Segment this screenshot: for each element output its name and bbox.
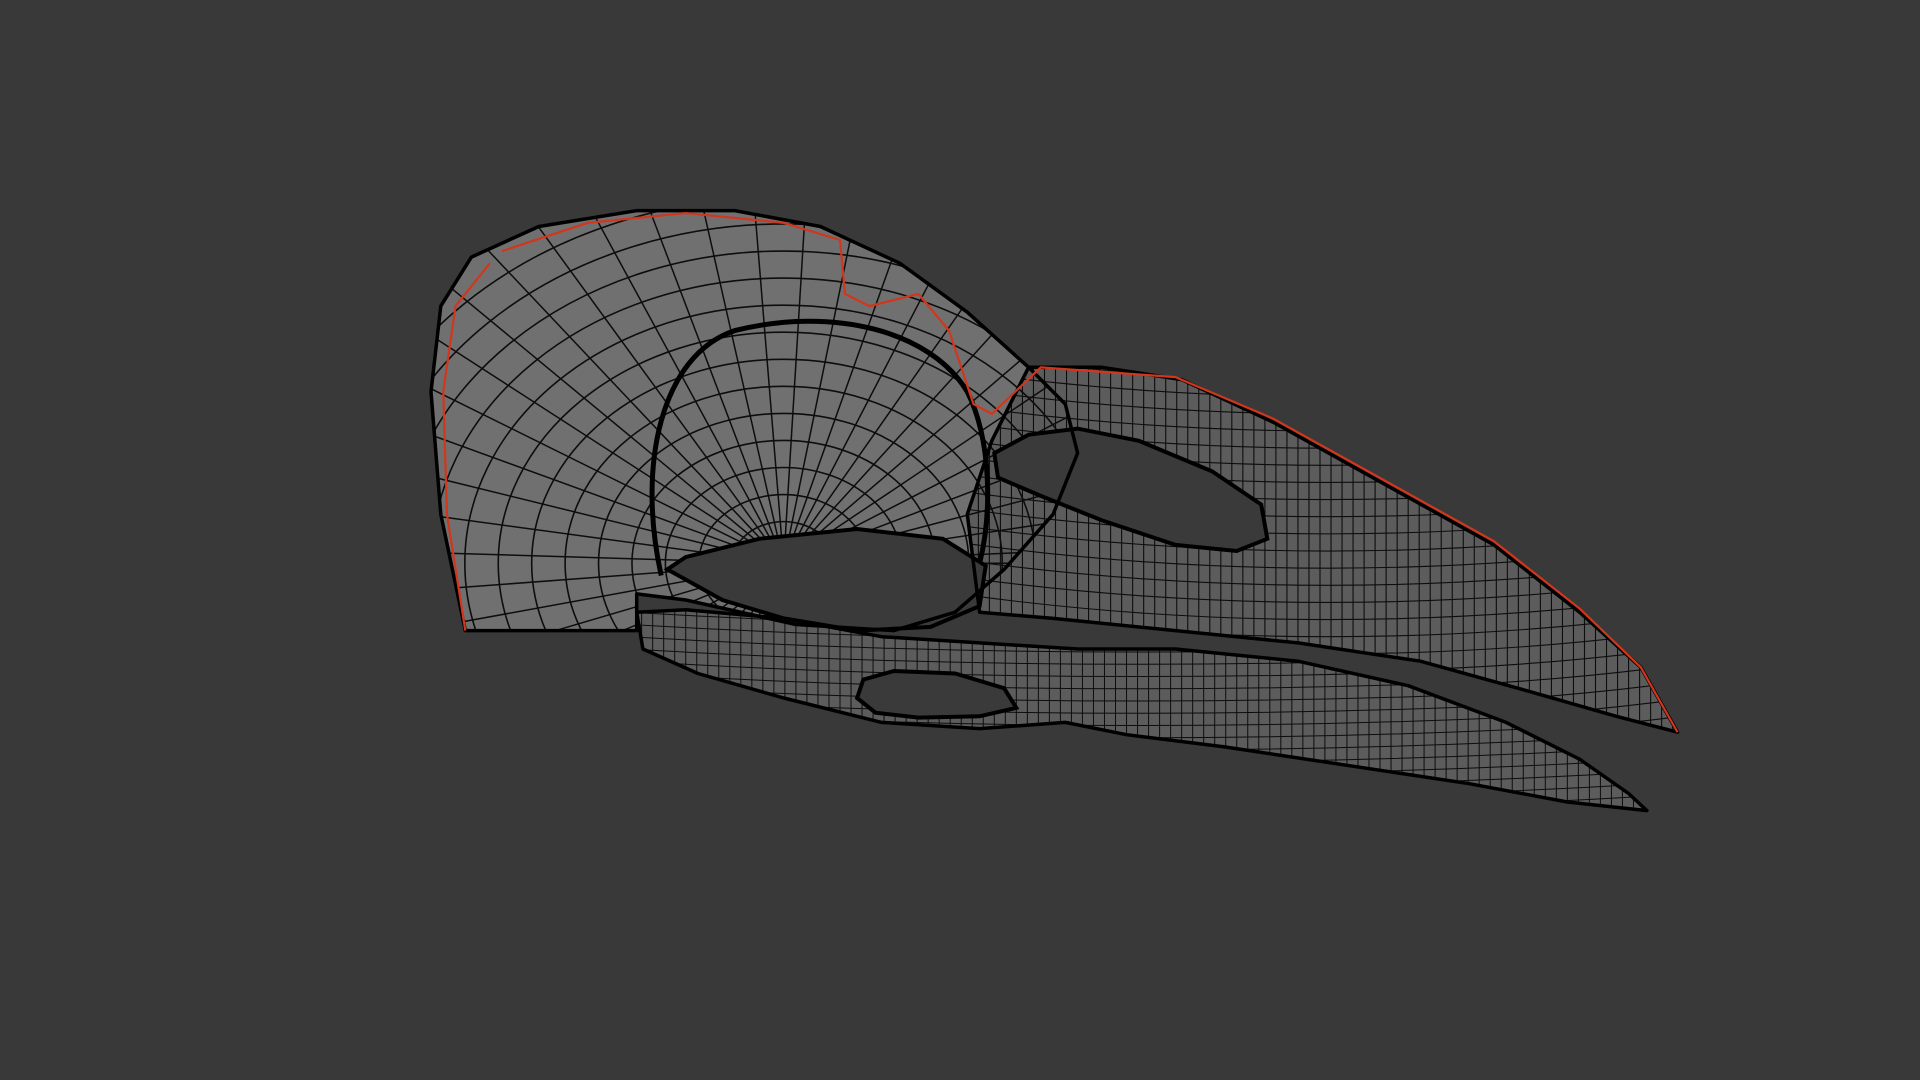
3d-viewport[interactable] xyxy=(0,0,1920,1080)
mesh-render[interactable] xyxy=(0,0,1920,1080)
wire-edge xyxy=(636,807,1647,811)
wire-edge xyxy=(631,820,1653,835)
wire-edge xyxy=(636,795,1647,811)
